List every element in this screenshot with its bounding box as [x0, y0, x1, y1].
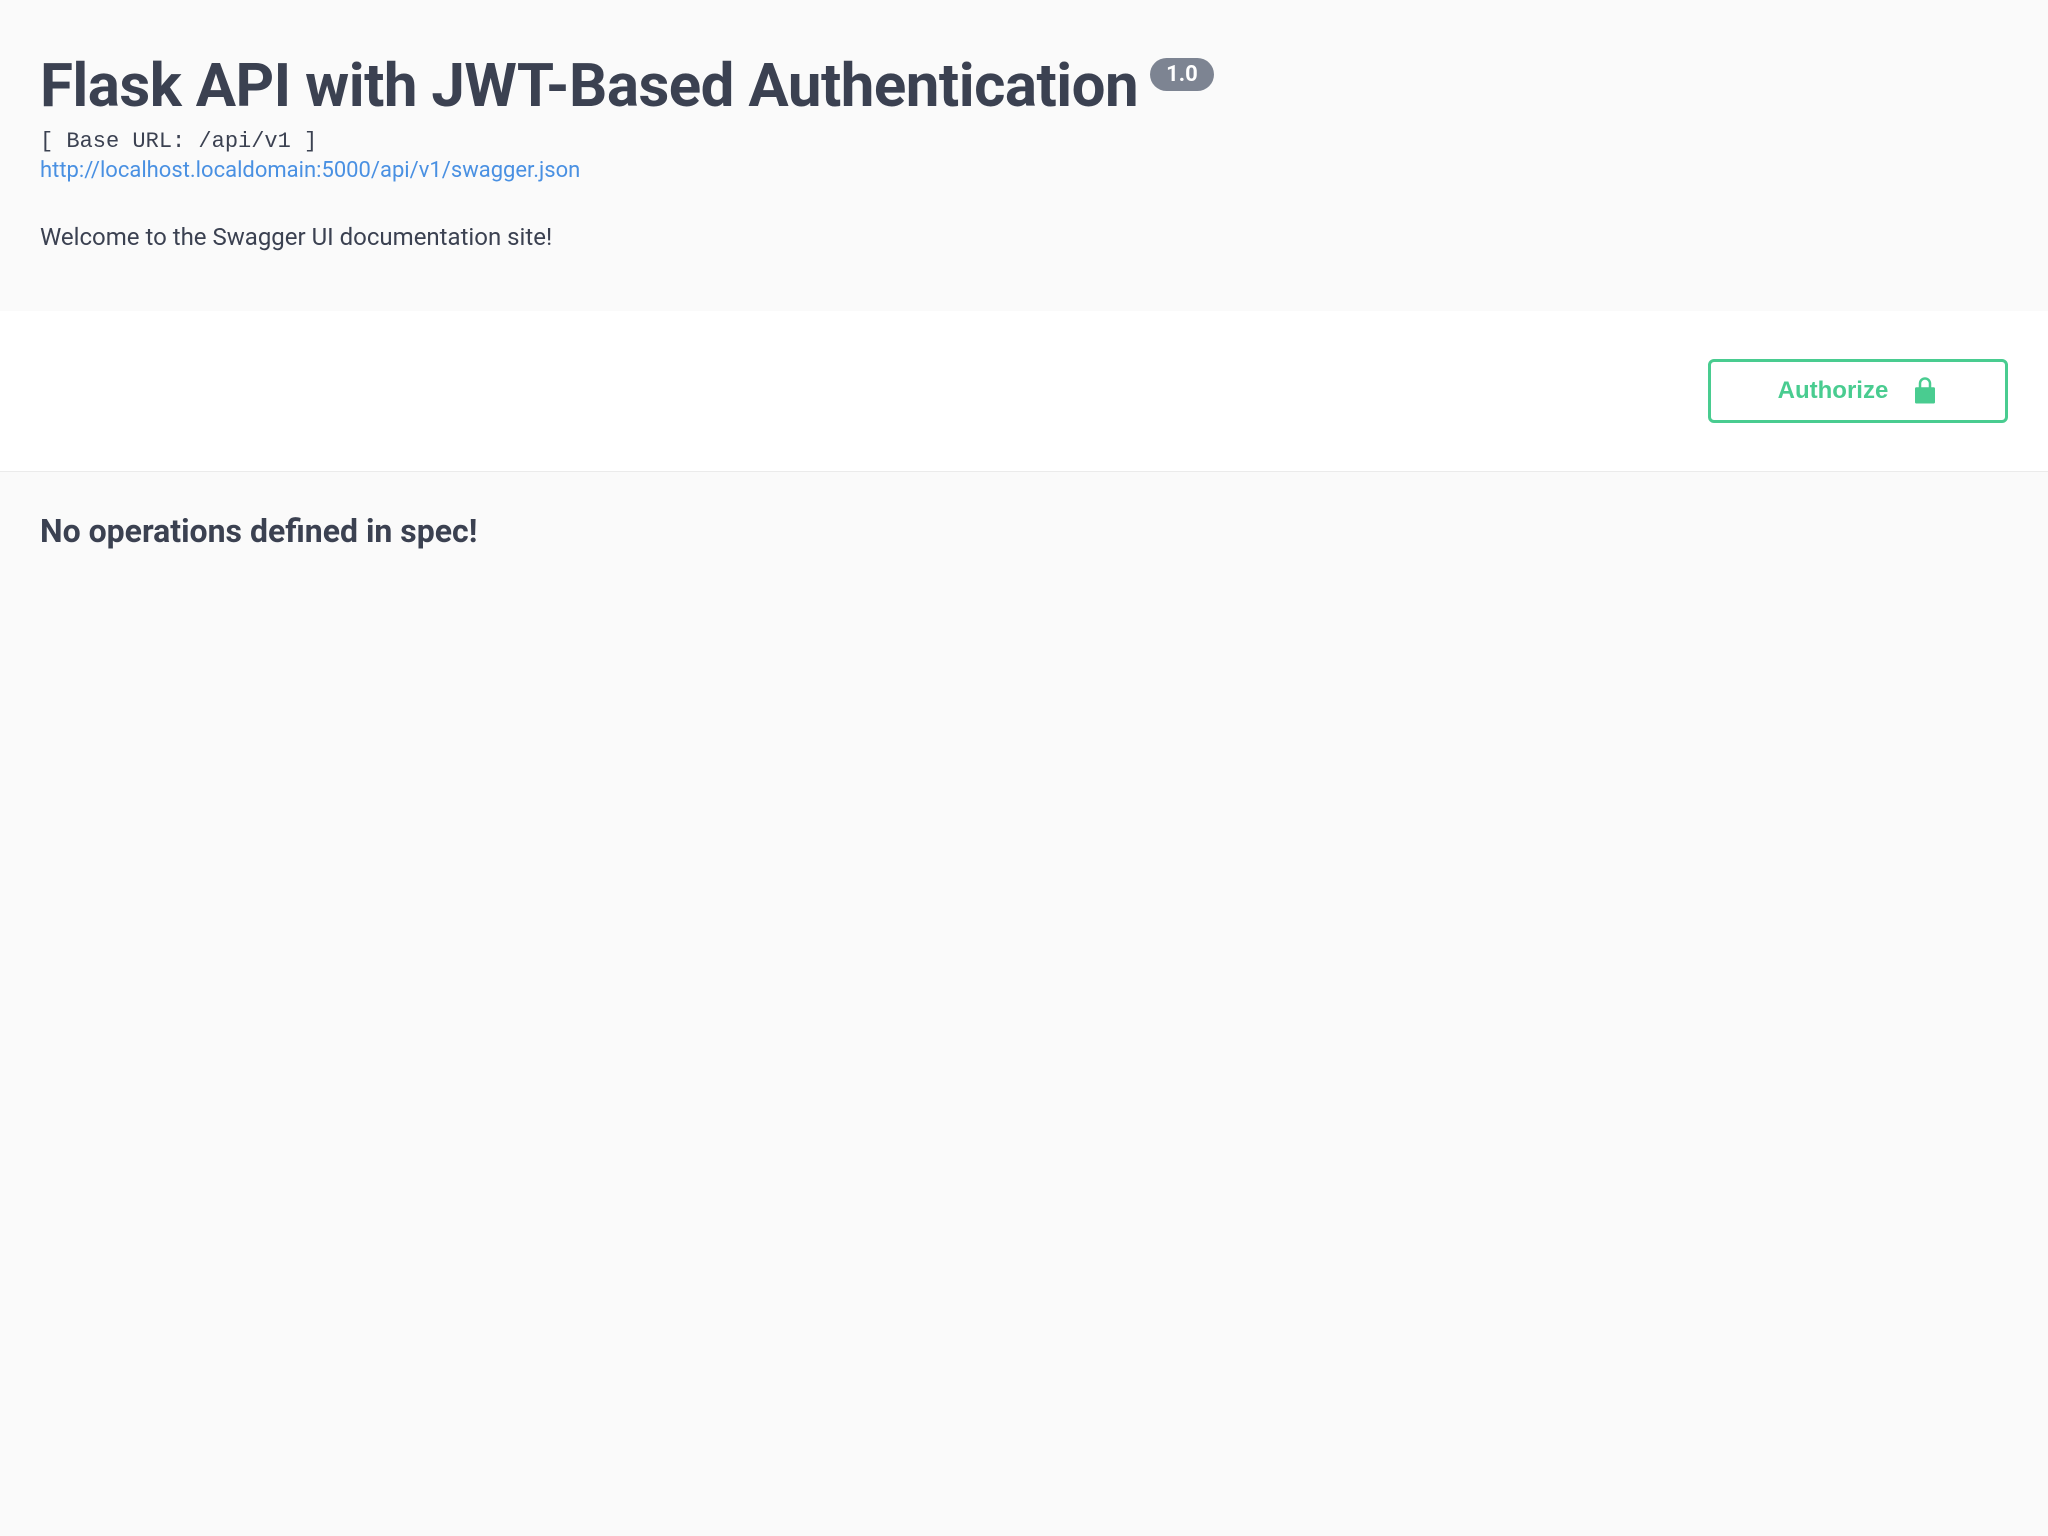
api-title: Flask API with JWT-Based Authentication — [40, 50, 1138, 121]
base-url-label: [ Base URL: /api/v1 ] — [40, 129, 2008, 154]
content-section: No operations defined in spec! — [0, 472, 2048, 590]
version-badge: 1.0 — [1150, 58, 1214, 91]
lock-icon — [1912, 376, 1938, 406]
authorize-button-label: Authorize — [1778, 377, 1889, 405]
header-section: Flask API with JWT-Based Authentication … — [0, 0, 2048, 311]
toolbar-section: Authorize — [0, 311, 2048, 472]
no-operations-message: No operations defined in spec! — [40, 512, 2008, 550]
api-description: Welcome to the Swagger UI documentation … — [40, 223, 2008, 251]
authorize-button[interactable]: Authorize — [1708, 359, 2008, 423]
title-row: Flask API with JWT-Based Authentication … — [40, 50, 2008, 121]
api-spec-link[interactable]: http://localhost.localdomain:5000/api/v1… — [40, 158, 580, 183]
